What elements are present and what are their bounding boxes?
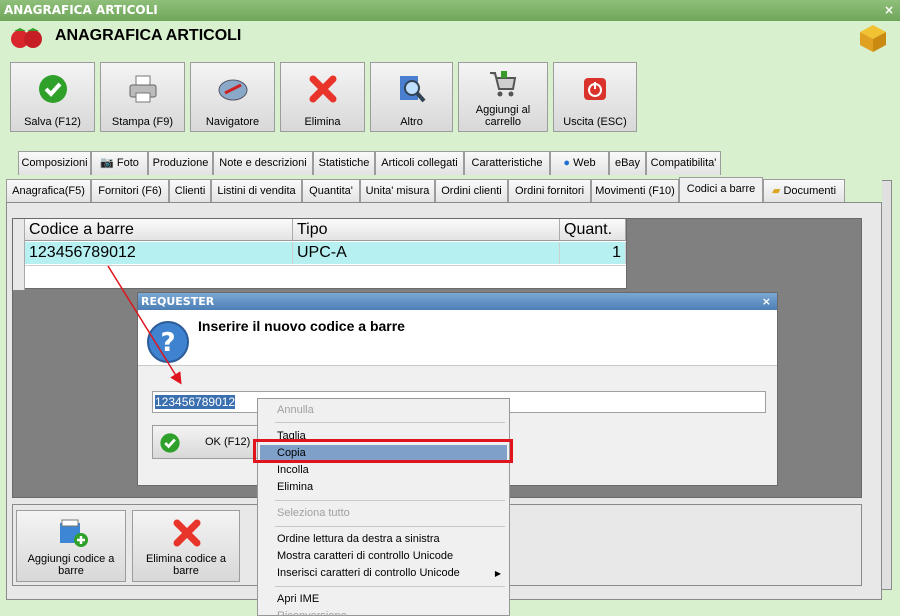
menu-separator	[275, 526, 505, 527]
context-menu: Annulla Taglia Copia Incolla Elimina Sel…	[257, 398, 510, 616]
annotation-highlight-box	[253, 439, 513, 463]
menu-item-annulla[interactable]: Annulla	[260, 402, 507, 419]
menu-separator	[275, 586, 505, 587]
menu-item-elimina[interactable]: Elimina	[260, 479, 507, 496]
submenu-arrow-icon: ▶	[494, 569, 501, 578]
menu-item-show-unicode[interactable]: Mostra caratteri di controllo Unicode	[260, 548, 507, 565]
menu-item-insert-unicode-label: Inserisci caratteri di controllo Unicode	[277, 567, 460, 579]
menu-item-riconversione[interactable]: Riconversione	[260, 608, 507, 616]
menu-item-insert-unicode[interactable]: Inserisci caratteri di controllo Unicode…	[260, 565, 507, 582]
menu-item-incolla[interactable]: Incolla	[260, 462, 507, 479]
menu-item-apri-ime[interactable]: Apri IME	[260, 591, 507, 608]
menu-item-rtl[interactable]: Ordine lettura da destra a sinistra	[260, 531, 507, 548]
menu-separator	[275, 500, 505, 501]
menu-item-seleziona-tutto[interactable]: Seleziona tutto	[260, 505, 507, 522]
menu-separator	[275, 422, 505, 423]
